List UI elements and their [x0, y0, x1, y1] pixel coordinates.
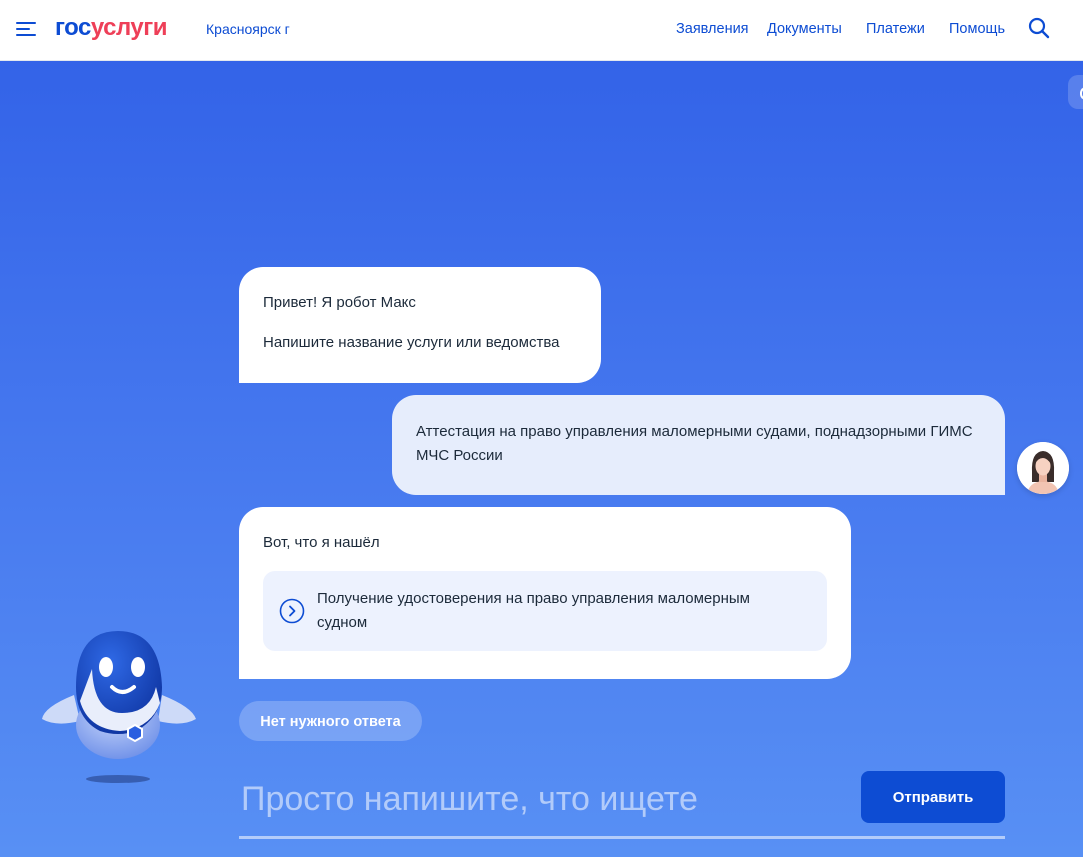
nav-help[interactable]: Помощь — [949, 20, 1005, 38]
service-result-title: Получение удостоверения на право управле… — [317, 590, 750, 631]
nav-payments[interactable]: Платежи — [866, 20, 925, 38]
user-avatar — [1017, 442, 1069, 494]
top-header: госуслуги Красноярск г Заявления Докумен… — [0, 0, 1083, 61]
input-underline — [239, 836, 1005, 839]
robot-max-mascot — [38, 627, 200, 787]
city-selector[interactable]: Красноярск г — [206, 20, 290, 38]
user-message-text: Аттестация на право управления маломерны… — [416, 423, 973, 464]
search-input[interactable] — [239, 773, 843, 825]
send-button[interactable]: Отправить — [861, 771, 1005, 823]
user-message: Аттестация на право управления маломерны… — [392, 395, 1005, 495]
bot-greeting-text: Привет! Я робот Макс — [263, 294, 416, 311]
nav-applications[interactable]: Заявления — [676, 20, 749, 38]
side-tab-chevron-icon[interactable] — [1068, 75, 1083, 109]
search-icon[interactable] — [1028, 17, 1050, 39]
chevron-right-circle-icon — [279, 598, 305, 624]
gosuslugi-logo[interactable]: госуслуги — [55, 14, 168, 42]
bot-prompt-text: Напишите название услуги или ведомства — [263, 334, 560, 351]
bot-message-results: Вот, что я нашёл Получение удостоверения… — [239, 507, 851, 679]
nav-documents[interactable]: Документы — [767, 20, 842, 38]
hamburger-menu-icon[interactable] — [16, 20, 36, 38]
service-result-link[interactable]: Получение удостоверения на право управле… — [263, 571, 827, 651]
woman-avatar-icon — [1017, 442, 1069, 494]
chat-area: Привет! Я робот Макс Напишите название у… — [0, 61, 1083, 857]
bot-message-greeting: Привет! Я робот Макс Напишите название у… — [239, 267, 601, 383]
no-answer-button[interactable]: Нет нужного ответа — [239, 701, 422, 741]
bot-found-text: Вот, что я нашёл — [263, 534, 380, 551]
